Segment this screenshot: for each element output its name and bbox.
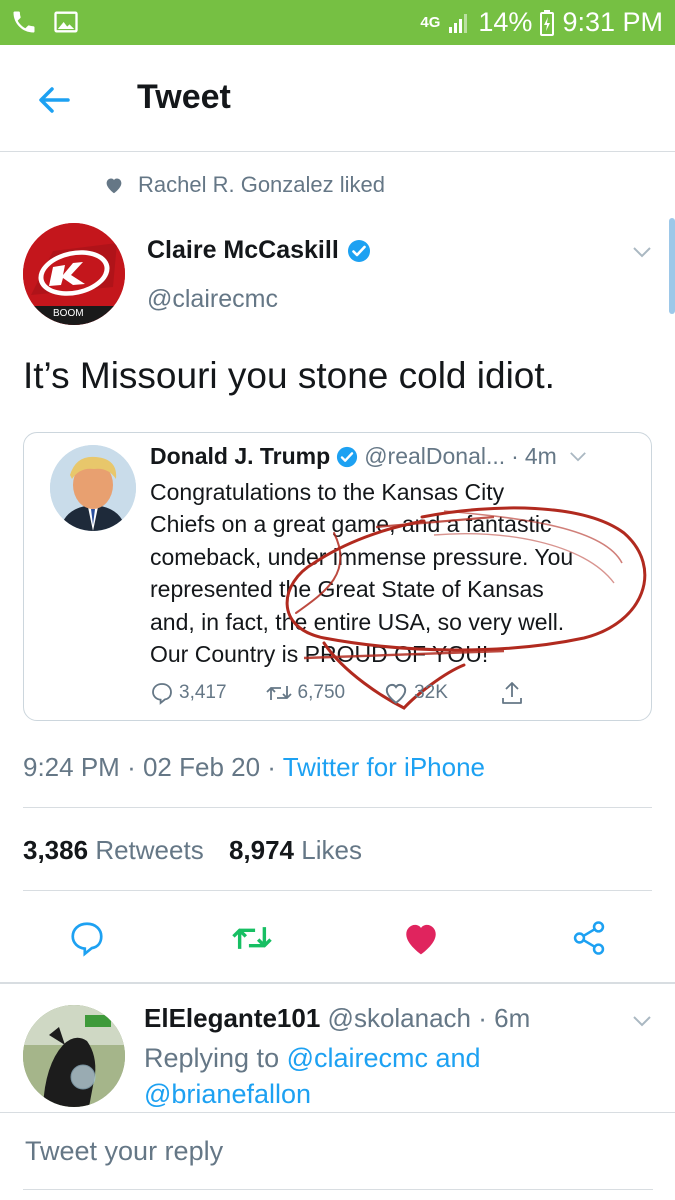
mention-and: and bbox=[428, 1043, 481, 1073]
scrollbar-thumb[interactable] bbox=[669, 218, 675, 314]
portrait-icon bbox=[50, 445, 136, 531]
quoted-actions: 3,417 6,750 32K bbox=[150, 680, 524, 706]
heart-filled-icon bbox=[406, 924, 436, 955]
tweet-text: It’s Missouri you stone cold idiot. bbox=[23, 355, 555, 396]
image-icon bbox=[54, 11, 78, 33]
retweets-label: Retweets bbox=[95, 835, 204, 865]
retweet-icon bbox=[265, 686, 292, 700]
app-bar: Tweet bbox=[0, 45, 675, 152]
heart-icon bbox=[106, 178, 122, 194]
divider bbox=[0, 982, 675, 984]
composer-underline bbox=[23, 1189, 653, 1190]
share-icon bbox=[502, 682, 522, 704]
quoted-author-name[interactable]: Donald J. Trump bbox=[150, 443, 330, 470]
chevron-down-icon[interactable] bbox=[632, 246, 652, 258]
tweet-meta: 9:24 PM · 02 Feb 20 · Twitter for iPhone bbox=[23, 752, 485, 783]
meta-separator: · bbox=[267, 752, 283, 782]
share-button[interactable] bbox=[566, 915, 612, 961]
meta-separator: · bbox=[127, 752, 143, 782]
like-count: 8,974 bbox=[228, 835, 295, 865]
dog-photo-icon bbox=[23, 1005, 125, 1107]
page-title: Tweet bbox=[137, 78, 231, 116]
chevron-down-icon[interactable] bbox=[569, 451, 587, 462]
reply-author-name[interactable]: ElElegante101 bbox=[144, 1003, 320, 1033]
reply-time: 6m bbox=[494, 1003, 531, 1033]
signal-icon bbox=[449, 13, 468, 33]
share-icon bbox=[573, 921, 605, 955]
phone-icon bbox=[13, 11, 35, 33]
quoted-time-separator: · bbox=[511, 443, 519, 469]
quoted-author-handle[interactable]: @realDonal... bbox=[364, 443, 505, 470]
reply-composer bbox=[0, 1112, 675, 1200]
quoted-tweet[interactable]: Donald J. Trump @realDonal... · 4m Congr… bbox=[23, 432, 652, 721]
quoted-share-button[interactable] bbox=[500, 680, 524, 706]
retweet-icon bbox=[232, 927, 272, 949]
likes-stat[interactable]: 8,974 Likes bbox=[229, 835, 362, 865]
mention-link[interactable]: @clairecmc bbox=[287, 1043, 428, 1073]
verified-badge-icon bbox=[347, 239, 370, 262]
avatar-tag: BOOM bbox=[53, 308, 84, 319]
author-handle[interactable]: @clairecmc bbox=[147, 285, 278, 314]
tweet-stats: 3,386 Retweets 8,974 Likes bbox=[23, 835, 362, 866]
tweet-time: 9:24 PM bbox=[23, 752, 120, 782]
replying-prefix: Replying to bbox=[144, 1043, 287, 1073]
author-name-row[interactable]: Claire McCaskill bbox=[147, 236, 371, 265]
retweet-count: 3,386 bbox=[23, 835, 89, 865]
battery-percent: 14% bbox=[478, 7, 533, 37]
reply-author-handle[interactable]: @skolanach bbox=[328, 1003, 471, 1033]
network-indicator: 4G bbox=[420, 14, 441, 31]
social-context-label: Rachel R. Gonzalez liked bbox=[138, 172, 386, 197]
tweet-source-link[interactable]: Twitter for iPhone bbox=[283, 752, 485, 782]
clock: 9:31 PM bbox=[562, 7, 663, 37]
like-button[interactable] bbox=[398, 915, 444, 961]
reply-button[interactable] bbox=[64, 915, 110, 961]
back-arrow-icon[interactable] bbox=[34, 80, 74, 120]
reply-time-separator: · bbox=[478, 1003, 487, 1033]
quoted-like-count: 32K bbox=[414, 682, 448, 703]
retweet-button[interactable] bbox=[229, 915, 275, 961]
quoted-avatar[interactable] bbox=[50, 445, 136, 531]
reply-icon bbox=[71, 922, 103, 957]
tweet-actions bbox=[0, 915, 675, 961]
likes-label: Likes bbox=[301, 835, 362, 865]
quoted-reply-count: 3,417 bbox=[179, 682, 227, 703]
quoted-retweet-count: 6,750 bbox=[297, 682, 346, 703]
mention-link[interactable]: @brianefallon bbox=[144, 1079, 311, 1109]
quoted-header: Donald J. Trump @realDonal... · 4m bbox=[150, 443, 587, 470]
battery-icon bbox=[540, 9, 555, 36]
retweets-stat[interactable]: 3,386 Retweets bbox=[23, 835, 204, 865]
reply-icon bbox=[152, 683, 172, 705]
reply-input[interactable] bbox=[23, 1135, 643, 1168]
quoted-time: 4m bbox=[524, 443, 557, 469]
chevron-down-icon[interactable] bbox=[632, 1015, 652, 1027]
reply-avatar[interactable] bbox=[23, 1005, 125, 1107]
social-context: Rachel R. Gonzalez liked bbox=[104, 172, 385, 198]
divider bbox=[23, 890, 652, 891]
quoted-text: Congratulations to the Kansas City Chief… bbox=[150, 479, 574, 668]
quoted-retweet-button[interactable]: 6,750 bbox=[265, 682, 346, 704]
divider bbox=[23, 807, 652, 808]
quoted-reply-button[interactable]: 3,417 bbox=[150, 681, 227, 705]
tweet-date: 02 Feb 20 bbox=[142, 752, 261, 782]
avatar[interactable]: BOOM bbox=[23, 223, 125, 325]
quoted-like-button[interactable]: 32K bbox=[383, 681, 448, 705]
verified-badge-icon bbox=[337, 446, 358, 467]
author-name: Claire McCaskill bbox=[147, 236, 339, 264]
replying-to: Replying to @clairecmc and @brianefallon bbox=[144, 1040, 624, 1112]
heart-outline-icon bbox=[385, 683, 407, 704]
status-bar: 4G 14% 9:31 PM bbox=[0, 0, 675, 45]
reply-header: ElElegante101 @skolanach · 6m bbox=[144, 1003, 530, 1034]
